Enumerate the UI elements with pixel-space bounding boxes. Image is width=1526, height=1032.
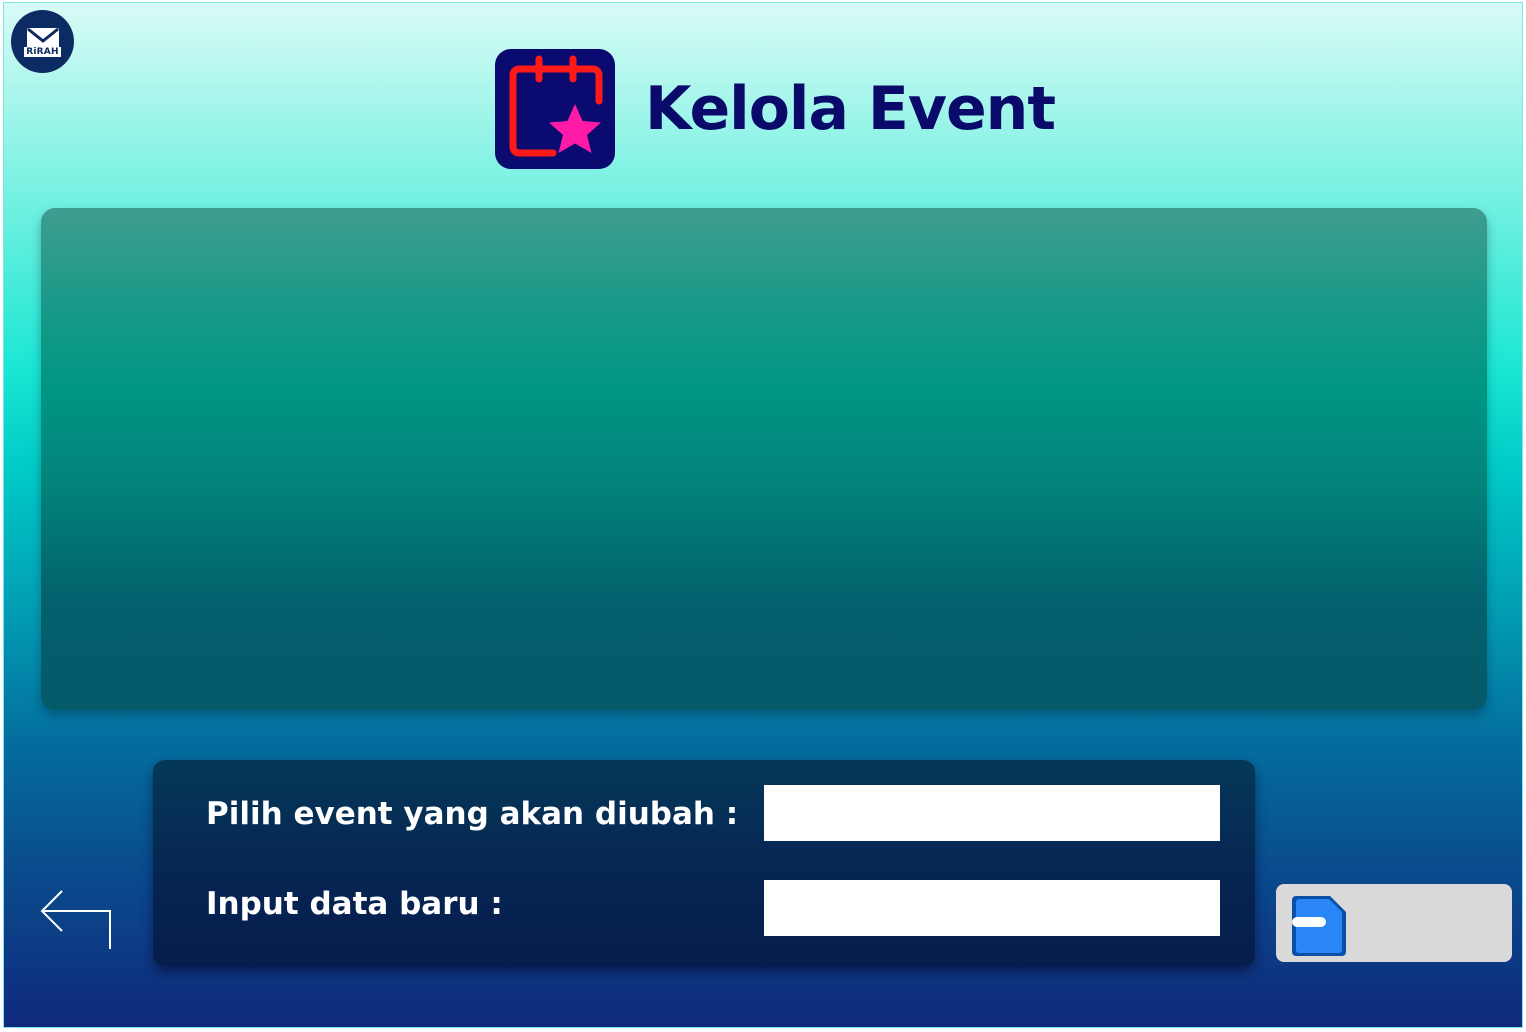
app-logo: RiRAH bbox=[11, 10, 74, 73]
save-file-icon bbox=[1292, 896, 1346, 956]
new-data-input[interactable] bbox=[764, 880, 1220, 936]
save-button[interactable] bbox=[1276, 884, 1512, 962]
page-title: Kelola Event bbox=[645, 74, 1056, 144]
back-arrow-icon bbox=[40, 890, 111, 949]
select-event-label: Pilih event yang akan diubah : bbox=[206, 796, 739, 832]
kelola-event-screen: RiRAH Kelola Event Pilih event yang akan… bbox=[3, 2, 1523, 1028]
new-data-label: Input data baru : bbox=[206, 886, 503, 922]
select-event-input[interactable] bbox=[764, 785, 1220, 841]
logo-text: RiRAH bbox=[24, 46, 61, 57]
page-header: Kelola Event bbox=[495, 49, 1056, 169]
back-button[interactable] bbox=[38, 887, 114, 951]
event-list-panel bbox=[41, 208, 1487, 710]
edit-event-form: Pilih event yang akan diubah : Input dat… bbox=[153, 760, 1255, 967]
calendar-star-icon bbox=[495, 49, 615, 169]
